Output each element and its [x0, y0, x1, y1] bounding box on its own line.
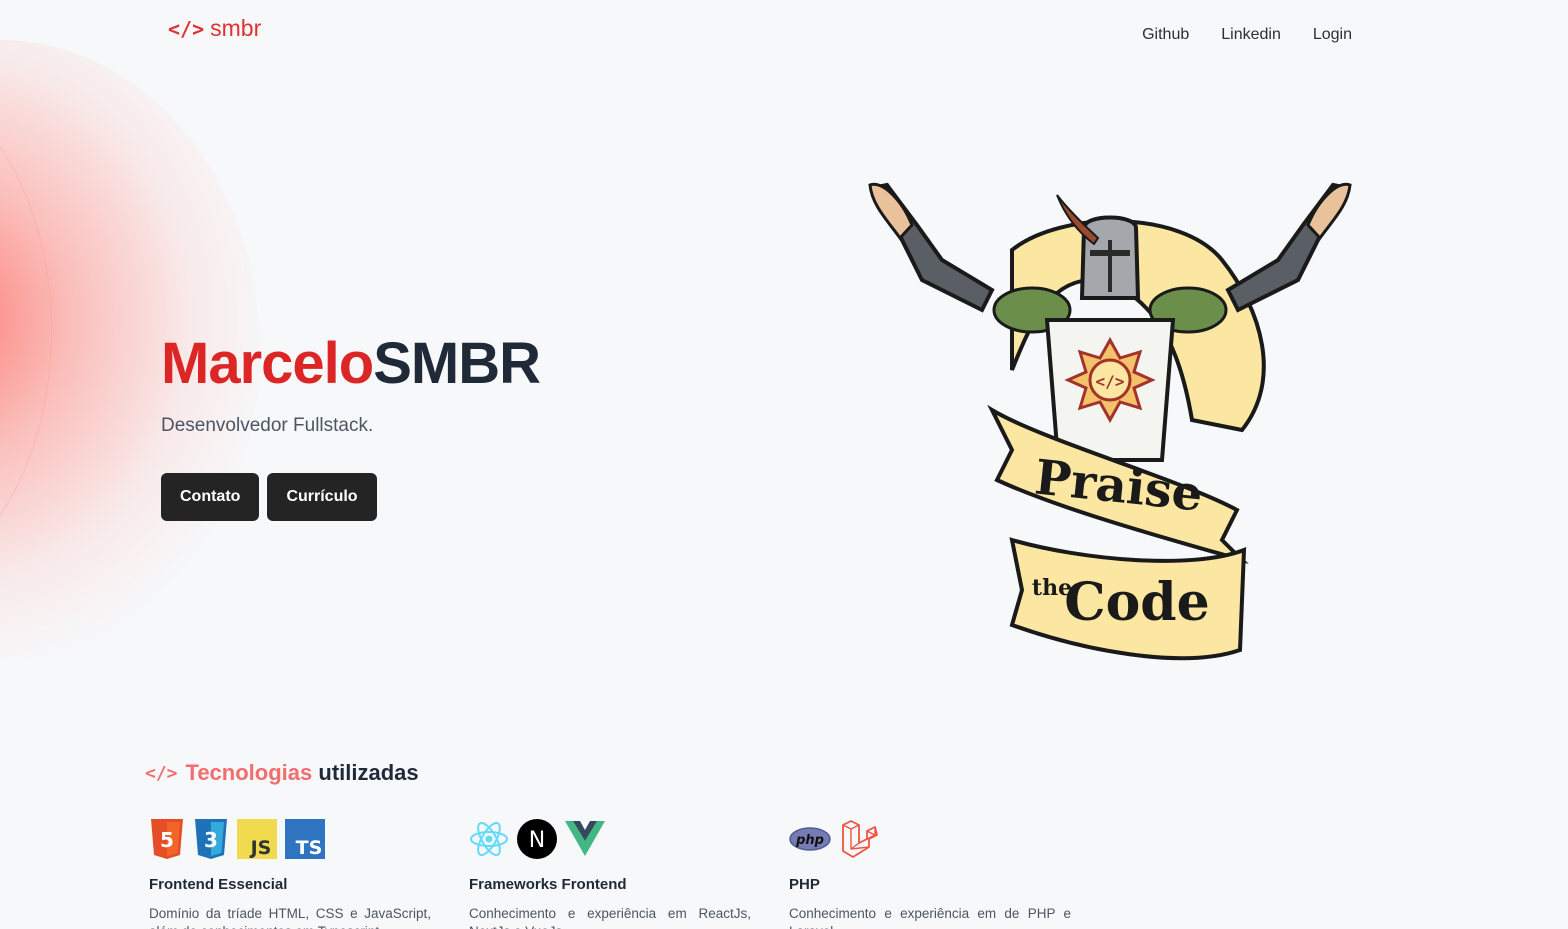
- code-icon: </>: [168, 16, 205, 41]
- html5-icon: 5: [151, 819, 183, 859]
- tech-group-frontend-essencial: 5 3 JS TS Frontend Essencial Domínio da …: [149, 818, 431, 929]
- code-icon: </>: [145, 762, 178, 784]
- technologies-heading-accent: Tecnologias: [185, 760, 313, 785]
- hero-buttons: Contato Currículo: [161, 473, 377, 521]
- logo-text: smbr: [210, 15, 262, 41]
- css3-icon: 3: [195, 819, 227, 859]
- tech-group-frameworks-frontend: N Frameworks Frontend Conhecimento e exp…: [469, 818, 751, 929]
- contact-button[interactable]: Contato: [161, 473, 260, 521]
- tech-icons: php: [789, 818, 1071, 860]
- svg-text:Praise: Praise: [1032, 449, 1205, 522]
- praise-the-code-illustration: </> Praise the Code: [868, 182, 1352, 661]
- nextjs-icon: N: [517, 819, 557, 859]
- svg-text:3: 3: [204, 828, 218, 852]
- svg-text:</>: </>: [1096, 372, 1125, 391]
- tech-icons: N: [469, 818, 751, 860]
- tech-group-title: PHP: [789, 876, 820, 893]
- tech-group-description: Conhecimento e experiência em ReactJs, N…: [469, 906, 751, 929]
- resume-button[interactable]: Currículo: [267, 473, 377, 521]
- svg-text:JS: JS: [249, 837, 272, 859]
- svg-text:N: N: [529, 828, 545, 853]
- laravel-icon: [842, 820, 878, 858]
- react-icon: [470, 822, 508, 856]
- background-ring: [0, 70, 52, 592]
- svg-text:5: 5: [160, 828, 174, 852]
- svg-text:Code: Code: [1064, 572, 1210, 633]
- hero-first-name: Marcelo: [161, 331, 374, 396]
- vue-icon: [565, 821, 605, 856]
- tech-group-description: Domínio da tríade HTML, CSS e JavaScript…: [149, 906, 431, 929]
- tech-group-title: Frameworks Frontend: [469, 876, 627, 893]
- svg-text:TS: TS: [296, 837, 323, 859]
- technologies-heading-rest: utilizadas: [318, 760, 419, 785]
- nav-link-linkedin[interactable]: Linkedin: [1221, 26, 1281, 44]
- svg-text:php: php: [795, 833, 824, 848]
- php-icon: php: [789, 827, 831, 851]
- typescript-icon: TS: [285, 819, 325, 859]
- tech-icons: 5 3 JS TS: [149, 818, 431, 860]
- tech-group-php: php PHP Conhecimento e experiência em de…: [789, 818, 1071, 929]
- nav-link-login[interactable]: Login: [1313, 26, 1352, 44]
- javascript-icon: JS: [237, 819, 277, 859]
- site-logo[interactable]: </> smbr: [168, 15, 261, 42]
- tech-group-title: Frontend Essencial: [149, 876, 288, 893]
- top-nav: Github Linkedin Login: [1142, 26, 1352, 44]
- technologies-heading: </> Tecnologias utilizadas: [145, 760, 419, 786]
- nav-link-github[interactable]: Github: [1142, 26, 1189, 44]
- tech-group-description: Conhecimento e experiência em de PHP e L…: [789, 906, 1071, 929]
- hero-title: MarceloSMBR: [161, 330, 541, 397]
- hero-subtitle: Desenvolvedor Fullstack.: [161, 415, 374, 436]
- hero-last-name: SMBR: [373, 331, 541, 396]
- page: </> smbr Github Linkedin Login MarceloSM…: [0, 0, 1568, 929]
